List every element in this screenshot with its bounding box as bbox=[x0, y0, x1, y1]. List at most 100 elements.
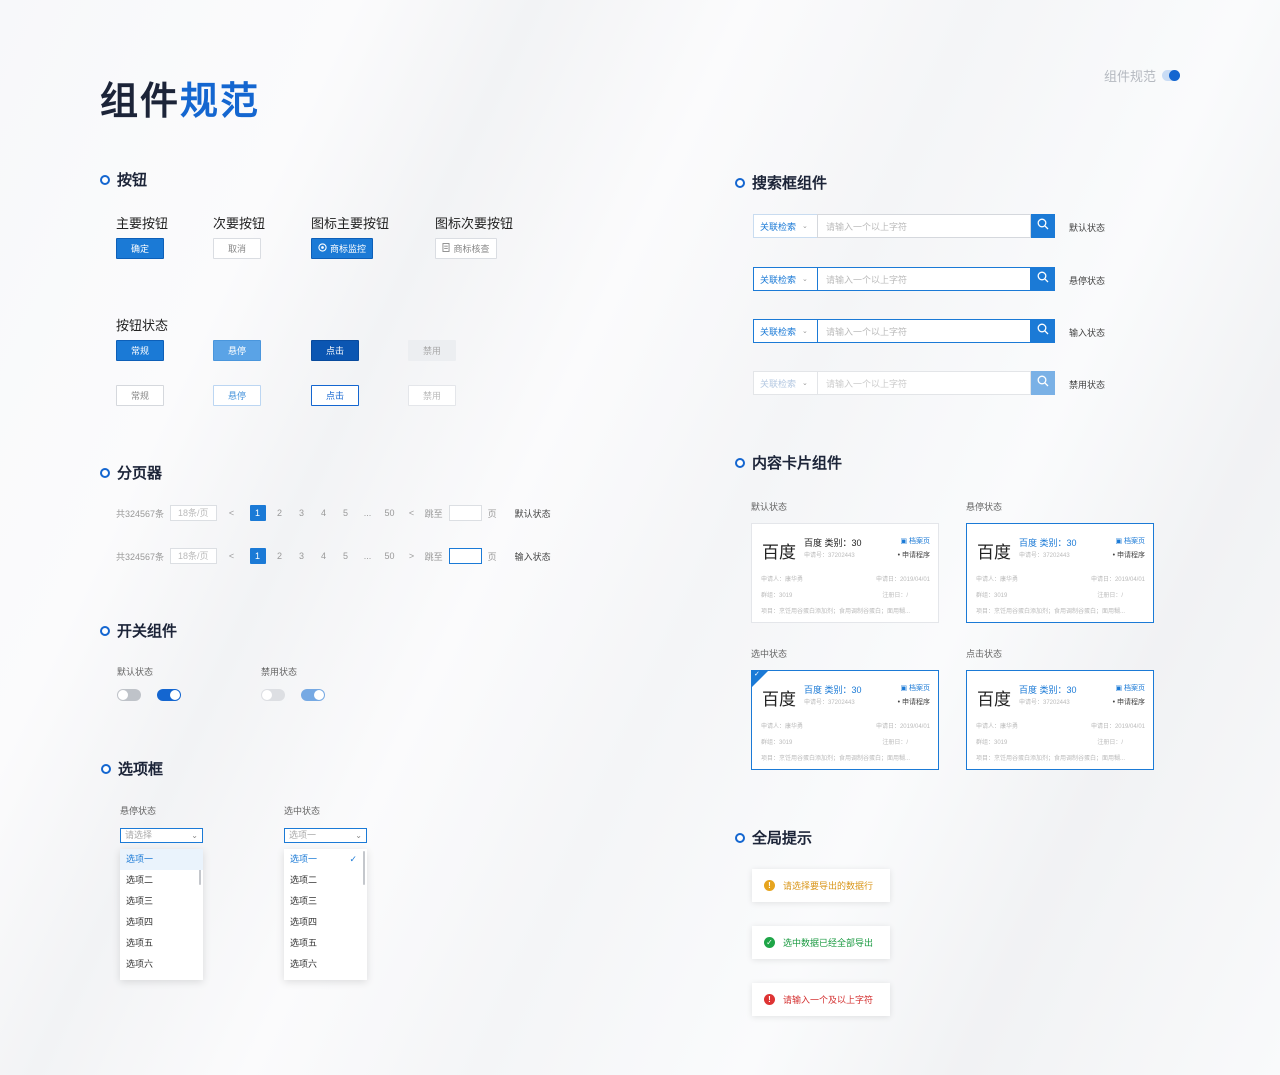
pagination-default: 共324567条 18条/页 < 1 2 3 4 5 ... 50 < 跳至 页… bbox=[116, 505, 551, 521]
section-pagination: 分页器 bbox=[100, 462, 162, 483]
archive-link[interactable]: ▣ 档案页 bbox=[1115, 536, 1145, 546]
chevron-down-icon: ⌄ bbox=[191, 831, 198, 840]
state-label: 默认状态 bbox=[514, 508, 551, 519]
button-type-label: 图标次要按钮 bbox=[435, 216, 514, 231]
page-number[interactable]: 2 bbox=[269, 508, 291, 518]
section-select: 选项框 bbox=[101, 758, 163, 779]
card-title: 百度 类别：30 bbox=[1019, 538, 1077, 548]
section-cards: 内容卡片组件 bbox=[735, 452, 842, 473]
select-option[interactable]: 选项二 bbox=[284, 870, 367, 891]
next-page-button[interactable]: > bbox=[401, 551, 423, 561]
check-icon: ✓ bbox=[349, 854, 357, 864]
select-option[interactable]: 选项三 bbox=[120, 891, 203, 912]
switch-disabled-on bbox=[301, 689, 325, 701]
error-icon: ! bbox=[764, 994, 775, 1005]
search-button[interactable] bbox=[1031, 267, 1055, 291]
prev-page-button[interactable]: < bbox=[217, 551, 247, 561]
search-category-select[interactable]: 关联检索 ⌄ bbox=[753, 319, 817, 343]
select-option[interactable]: 选项五 bbox=[284, 933, 367, 954]
page-number[interactable]: 2 bbox=[269, 551, 291, 561]
page-number[interactable]: 50 bbox=[379, 508, 401, 518]
page-size-select[interactable]: 18条/页 bbox=[170, 548, 217, 564]
state-label: 输入状态 bbox=[514, 551, 551, 562]
select-option[interactable]: 选项一 bbox=[120, 849, 203, 870]
pagination-input: 共324567条 18条/页 < 1 2 3 4 5 ... 50 > 跳至 页… bbox=[116, 548, 551, 564]
select-option[interactable]: 选项六 bbox=[120, 954, 203, 975]
page-size-select[interactable]: 18条/页 bbox=[170, 505, 217, 521]
toast-warning: ! 请选择要导出的数据行 bbox=[752, 869, 890, 902]
page-number-current[interactable]: 1 bbox=[249, 505, 266, 521]
page-number[interactable]: 5 bbox=[335, 551, 357, 561]
search-category-select[interactable]: 关联检索 ⌄ bbox=[753, 267, 817, 291]
jump-page-input[interactable] bbox=[448, 548, 482, 564]
outline-button-hover[interactable]: 悬停 bbox=[213, 385, 261, 406]
page-unit-label: 页 bbox=[487, 551, 497, 562]
switch-disabled-label: 禁用状态 bbox=[261, 667, 298, 677]
page-number[interactable]: 4 bbox=[313, 551, 335, 561]
section-toasts: 全局提示 bbox=[735, 827, 812, 848]
toast-message: 选中数据已经全部导出 bbox=[783, 938, 874, 948]
card-group: 群组：3019 bbox=[761, 740, 793, 746]
jump-page-input[interactable] bbox=[448, 505, 482, 521]
brand-logo: 百度 bbox=[977, 690, 1011, 709]
trademark-monitor-button[interactable]: 商标监控 bbox=[311, 238, 373, 259]
content-card-hover[interactable]: 百度 百度 类别：30 申请号：37202443 ▣ 档案页 • 申请程序 申请… bbox=[966, 523, 1154, 623]
page-ellipsis: ... bbox=[363, 551, 372, 561]
outline-button-normal[interactable]: 常规 bbox=[116, 385, 164, 406]
search-input[interactable]: 请输入一个以上字符 bbox=[817, 319, 1031, 343]
select-option[interactable]: 选项四 bbox=[120, 912, 203, 933]
search-icon bbox=[1037, 270, 1049, 288]
search-input[interactable]: 请输入一个以上字符 bbox=[817, 214, 1031, 238]
page-number[interactable]: 4 bbox=[313, 508, 335, 518]
page-number[interactable]: 3 bbox=[291, 508, 313, 518]
confirm-button[interactable]: 确定 bbox=[116, 238, 164, 259]
archive-icon: ▣ bbox=[1115, 538, 1124, 545]
archive-link[interactable]: ▣ 档案页 bbox=[900, 683, 930, 693]
outline-button-click[interactable]: 点击 bbox=[311, 385, 359, 406]
page-number[interactable]: 50 bbox=[379, 551, 401, 561]
switch-on[interactable] bbox=[157, 689, 181, 701]
search-icon bbox=[1037, 217, 1049, 235]
select-option[interactable]: 选项四 bbox=[284, 912, 367, 933]
next-page-button[interactable]: < bbox=[401, 508, 423, 518]
section-title: 分页器 bbox=[117, 465, 163, 482]
select-option[interactable]: 选项三 bbox=[284, 891, 367, 912]
section-buttons: 按钮 bbox=[100, 169, 147, 190]
page-number[interactable]: 3 bbox=[291, 551, 313, 561]
content-card-selected[interactable]: ✓ 百度 百度 类别：30 申请号：37202443 ▣ 档案页 • 申请程序 … bbox=[751, 670, 939, 770]
search-button[interactable] bbox=[1031, 214, 1055, 238]
card-date: 申请日：2019/04/01 bbox=[875, 577, 930, 583]
content-card-default[interactable]: 百度 百度 类别：30 申请号：37202443 ▣ 档案页 • 申请程序 申请… bbox=[751, 523, 939, 623]
search-input[interactable]: 请输入一个以上字符 bbox=[817, 267, 1031, 291]
search-category-select[interactable]: 关联检索 ⌄ bbox=[753, 214, 817, 238]
archive-icon: ▣ bbox=[1115, 685, 1124, 692]
page-number[interactable]: 5 bbox=[335, 508, 357, 518]
select-option-selected[interactable]: 选项一 ✓ bbox=[284, 849, 367, 870]
select-hover[interactable]: 请选择 ⌄ bbox=[120, 828, 203, 843]
chevron-down-icon: ⌄ bbox=[802, 328, 808, 335]
archive-link[interactable]: ▣ 档案页 bbox=[900, 536, 930, 546]
select-option[interactable]: 选项五 bbox=[120, 933, 203, 954]
card-reg-date: 注册日：/ bbox=[1097, 593, 1123, 599]
button-state-hover[interactable]: 悬停 bbox=[213, 340, 261, 361]
search-box-default: 关联检索 ⌄ 请输入一个以上字符 bbox=[753, 214, 1055, 238]
button-state-normal[interactable]: 常规 bbox=[116, 340, 164, 361]
select-option[interactable]: 选项二 bbox=[120, 870, 203, 891]
button-type-label: 图标主要按钮 bbox=[311, 216, 390, 231]
section-marker-icon bbox=[101, 763, 111, 774]
select-option[interactable]: 选项六 bbox=[284, 954, 367, 975]
card-applicant: 申请人：康华勇 bbox=[761, 577, 804, 583]
content-card-clicked[interactable]: 百度 百度 类别：30 申请号：37202443 ▣ 档案页 • 申请程序 申请… bbox=[966, 670, 1154, 770]
cancel-button[interactable]: 取消 bbox=[213, 238, 261, 259]
search-button[interactable] bbox=[1031, 319, 1055, 343]
prev-page-button[interactable]: < bbox=[217, 508, 247, 518]
brand-logo: 百度 bbox=[977, 543, 1011, 562]
page-number-current[interactable]: 1 bbox=[249, 548, 266, 564]
card-reg-no: 申请号：37202443 bbox=[804, 553, 855, 559]
select-selected[interactable]: 选项一 ⌄ bbox=[284, 828, 367, 843]
button-state-click[interactable]: 点击 bbox=[311, 340, 359, 361]
card-items: 项目：烹饪用谷蛋白添加剂；食用调制谷蛋白；面用糊... bbox=[761, 609, 911, 615]
trademark-check-button[interactable]: 商标核查 bbox=[435, 238, 497, 259]
switch-off[interactable] bbox=[117, 689, 141, 701]
archive-link[interactable]: ▣ 档案页 bbox=[1115, 683, 1145, 693]
